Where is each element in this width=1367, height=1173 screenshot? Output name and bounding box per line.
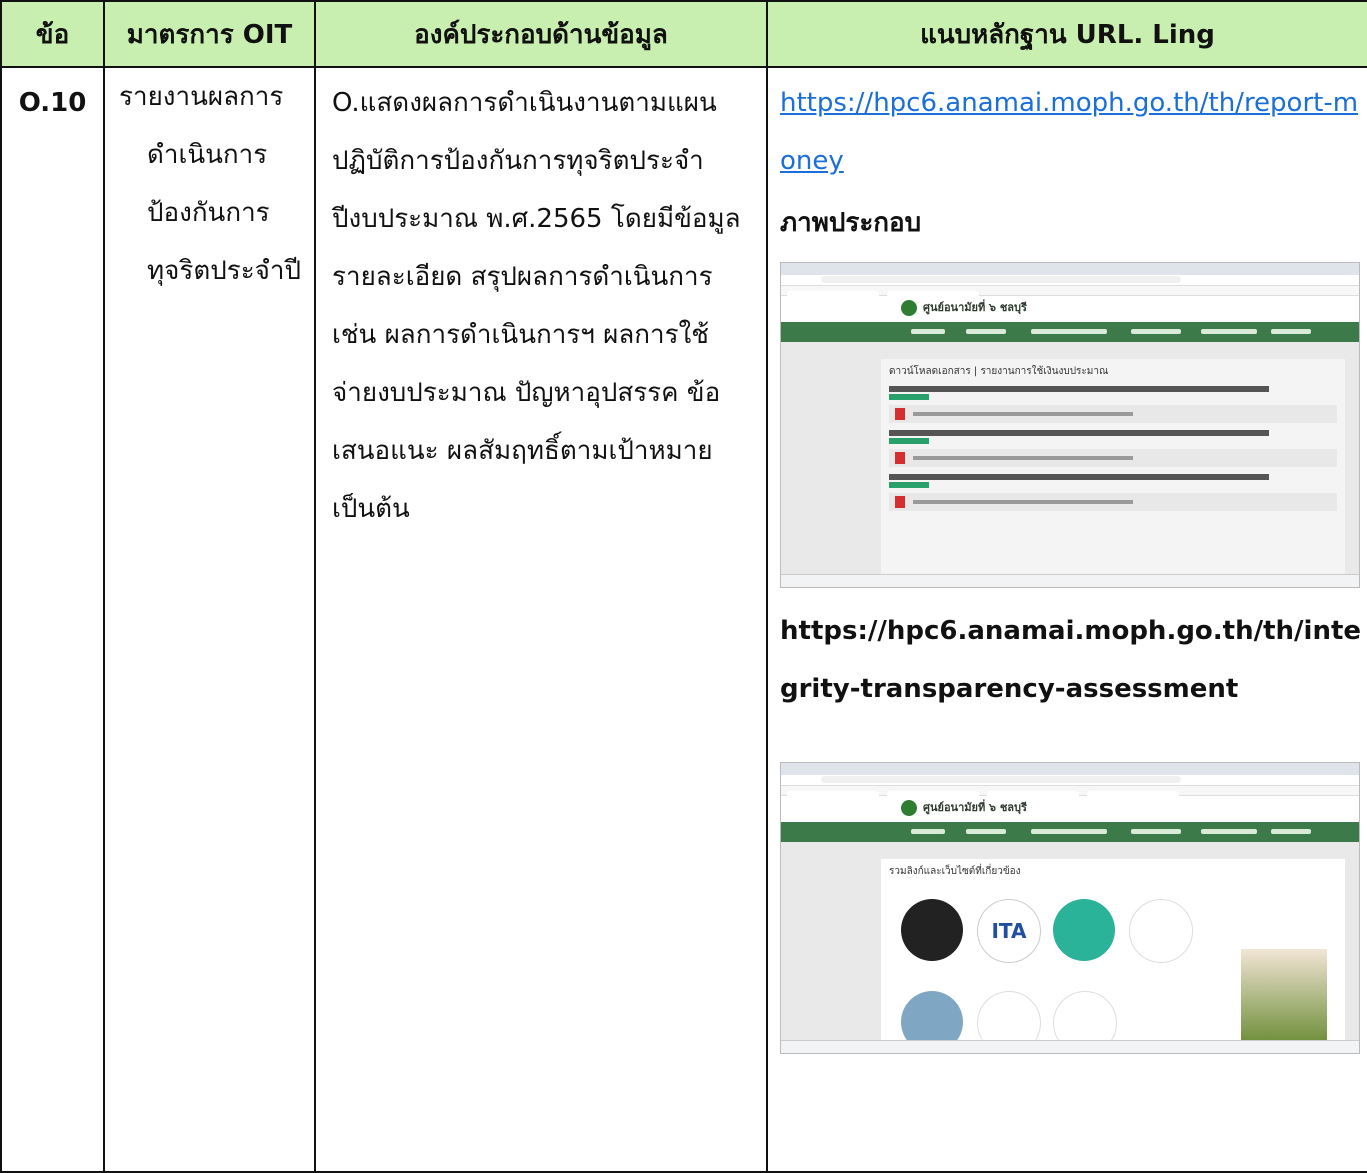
section-heading (889, 430, 1269, 436)
header-no: ข้อ (0, 0, 105, 68)
table-header-row: ข้อ มาตรการ OIT องค์ประกอบด้านข้อมูล แนบ… (0, 0, 1367, 68)
component-text: O.แสดงผลการดำเนินงานตามแผนปฏิบัติการป้อง… (332, 88, 741, 524)
table-row: O.10 รายงานผลการ ดำเนินการ ป้องกันการ ทุ… (0, 66, 1367, 1173)
header-component: องค์ประกอบด้านข้อมูล (314, 0, 768, 68)
header-evidence: แนบหลักฐาน URL. Ling (766, 0, 1367, 68)
component-cell: O.แสดงผลการดำเนินงานตามแผนปฏิบัติการป้อง… (314, 66, 768, 1173)
windows-taskbar (781, 1040, 1359, 1053)
ita-logo: ITA (977, 899, 1041, 963)
order-document-icon (901, 899, 963, 961)
oit-evidence-table: ข้อ มาตรการ OIT องค์ประกอบด้านข้อมูล แนบ… (0, 0, 1367, 1173)
section-heading (889, 474, 1269, 480)
list-item (889, 449, 1337, 467)
links-panel: รวมลิงก์และเว็บไซต์ที่เกี่ยวข้อง ITA (881, 859, 1345, 1053)
section-tag (889, 394, 929, 400)
health-center-logo-icon (901, 800, 917, 816)
pdf-icon (895, 452, 905, 464)
section-heading (889, 386, 1269, 392)
list-item (889, 493, 1337, 511)
page-title: ดาวน์โหลดเอกสาร | รายงานการใช้เงินงบประม… (889, 366, 1109, 377)
browser-tab-bar (781, 263, 1359, 300)
screenshot-report-money: ศูนย์อนามัยที่ ๖ ชลบุรี ดาวน์โหลดเอกสาร … (780, 262, 1360, 588)
figure-label: ภาพประกอบ (780, 208, 922, 238)
browser-address-bar (781, 775, 1359, 786)
evidence-cell: https://hpc6.anamai.moph.go.th/th/report… (766, 66, 1367, 1173)
site-name: ศูนย์อนามัยที่ ๖ ชลบุรี (923, 801, 1027, 814)
section-tag (889, 438, 929, 444)
evidence-url-ita: https://hpc6.anamai.moph.go.th/th/integr… (780, 616, 1362, 704)
report-chart-icon (1053, 899, 1115, 961)
browser-address-bar (781, 275, 1359, 286)
measure-line: ป้องกันการ (147, 198, 270, 228)
site-header: ศูนย์อนามัยที่ ๖ ชลบุรี (781, 796, 1359, 822)
health-center-logo-icon (901, 300, 917, 316)
presenter-icon (1129, 899, 1193, 963)
site-name: ศูนย์อนามัยที่ ๖ ชลบุรี (923, 301, 1027, 314)
header-measure: มาตรการ OIT (103, 0, 316, 68)
measure-line: รายงานผลการ (119, 82, 284, 112)
section-title: รวมลิงก์และเว็บไซต์ที่เกี่ยวข้อง (889, 866, 1021, 877)
item-number: O.10 (0, 66, 105, 1173)
measure-line: ดำเนินการ (147, 140, 268, 170)
list-item (889, 405, 1337, 423)
site-nav-bar (781, 322, 1359, 342)
pdf-icon (895, 496, 905, 508)
measure-line: ทุจริตประจำปี (147, 256, 301, 286)
site-header: ศูนย์อนามัยที่ ๖ ชลบุรี (781, 296, 1359, 322)
browser-tab-bar (781, 763, 1359, 800)
measure-cell: รายงานผลการ ดำเนินการ ป้องกันการ ทุจริตป… (103, 66, 316, 1173)
windows-taskbar (781, 574, 1359, 587)
screenshot-ita: ศูนย์อนามัยที่ ๖ ชลบุรี รวมลิงก์และเว็บไ… (780, 762, 1360, 1054)
promo-photo (1241, 949, 1327, 1053)
site-nav-bar (781, 822, 1359, 842)
section-tag (889, 482, 929, 488)
pdf-icon (895, 408, 905, 420)
document-list: ดาวน์โหลดเอกสาร | รายงานการใช้เงินงบประม… (881, 359, 1345, 575)
evidence-link-report-money[interactable]: https://hpc6.anamai.moph.go.th/th/report… (780, 74, 1367, 190)
